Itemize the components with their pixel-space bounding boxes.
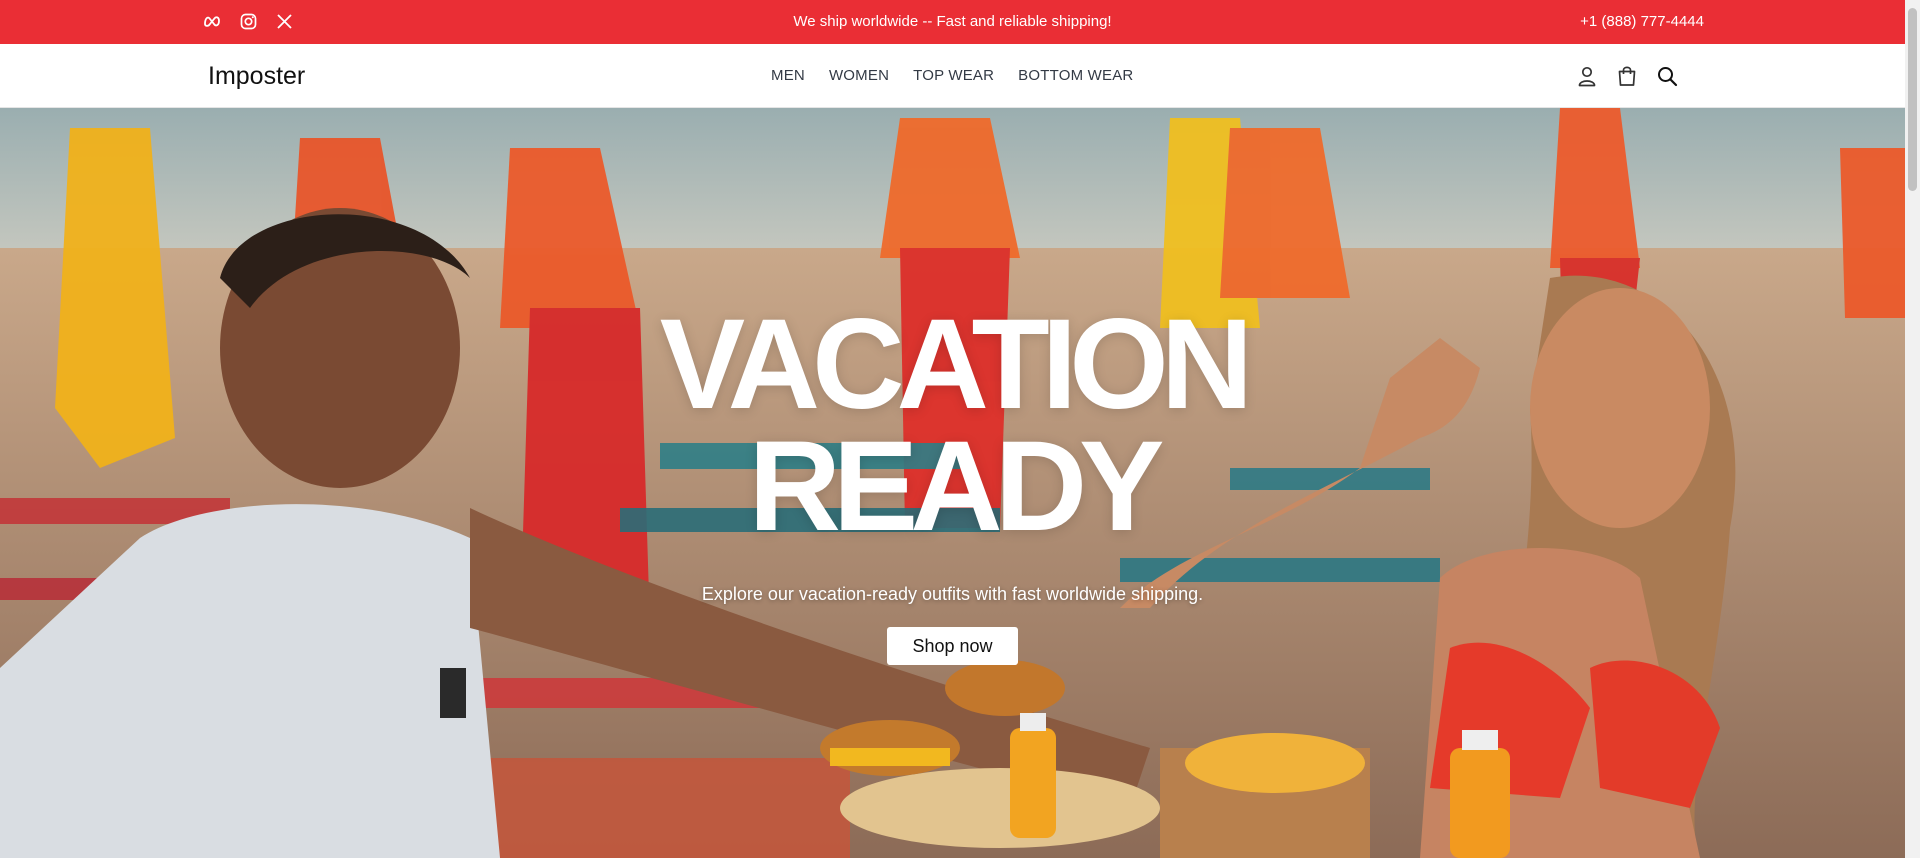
shop-now-button[interactable]: Shop now [887,627,1018,665]
nav-link-bottom-wear[interactable]: BOTTOM WEAR [1018,67,1133,84]
hero-headline-line1: VACATION [659,293,1253,436]
hero-headline-line2: READY [748,415,1164,558]
shopping-bag-icon[interactable] [1615,64,1639,88]
phone-number[interactable]: +1 (888) 777-4444 [1580,13,1704,30]
nav-actions [1575,64,1679,88]
nav-link-men[interactable]: MEN [771,67,805,84]
nav-link-women[interactable]: WOMEN [829,67,889,84]
page-scrollbar[interactable] [1905,0,1920,858]
hero-banner: VACATION READY Explore our vacation-read… [0,108,1905,858]
scrollbar-thumb[interactable] [1908,8,1917,191]
search-icon[interactable] [1655,64,1679,88]
hero-subtitle: Explore our vacation-ready outfits with … [701,584,1204,604]
announcement-bar: We ship worldwide -- Fast and reliable s… [0,0,1905,44]
nav-links: MEN WOMEN TOP WEAR BOTTOM WEAR [771,67,1133,84]
user-icon[interactable] [1575,64,1599,88]
nav-link-top-wear[interactable]: TOP WEAR [913,67,994,84]
brand-logo[interactable]: Imposter [208,62,305,91]
hero-headline: VACATION READY [0,293,1905,558]
main-navbar: Imposter MEN WOMEN TOP WEAR BOTTOM WEAR [0,44,1905,108]
